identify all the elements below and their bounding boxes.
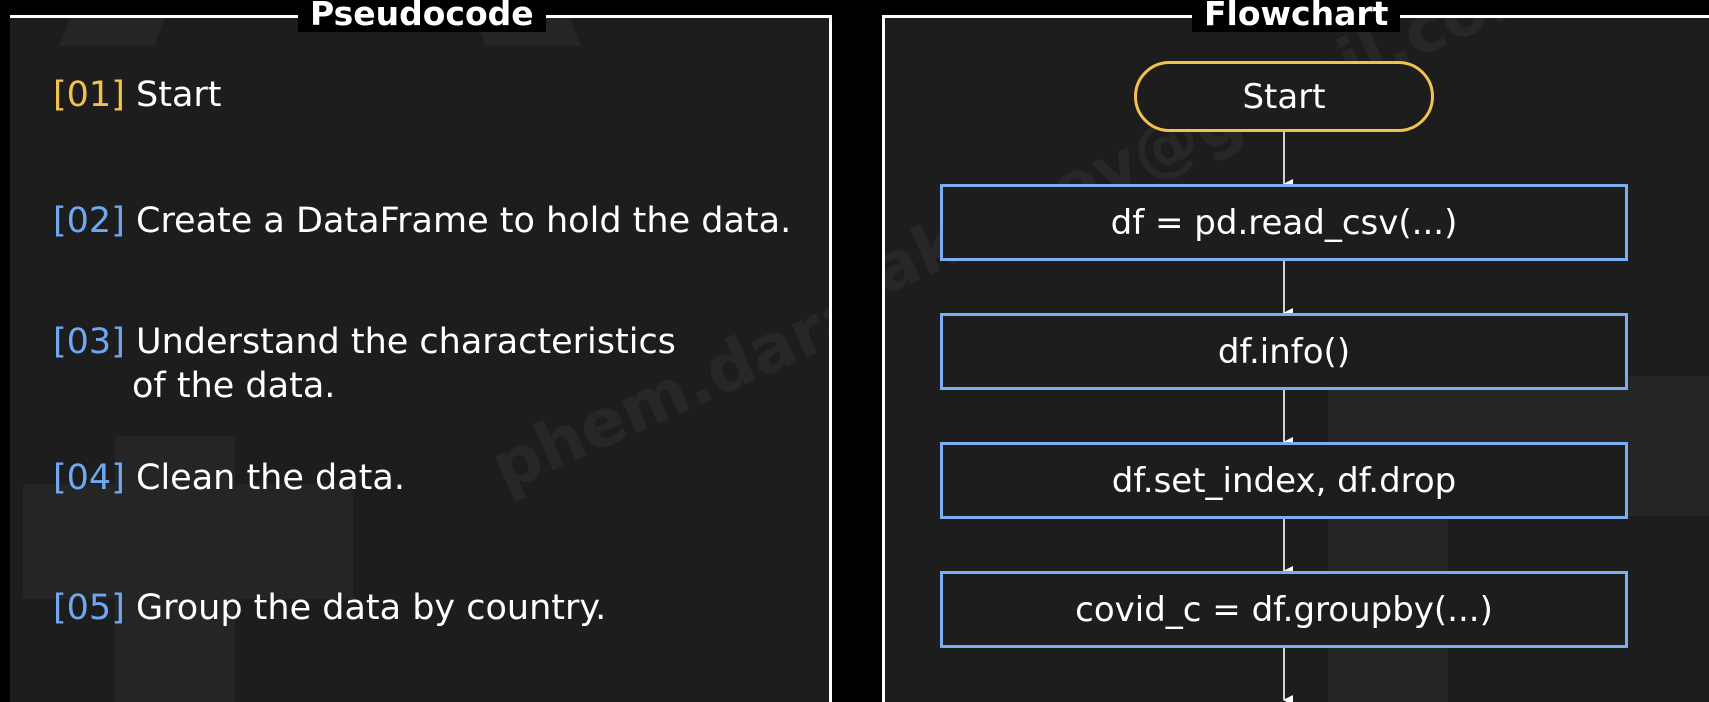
flowchart-box-read-csv: df = pd.read_csv(...) [940,184,1628,261]
flowchart-box-info: df.info() [940,313,1628,390]
flowchart-box-set-index-drop: df.set_index, df.drop [940,442,1628,519]
flowchart-box-groupby: covid_c = df.groupby(...) [940,571,1628,648]
flowchart-start-node: Start [1134,61,1434,132]
